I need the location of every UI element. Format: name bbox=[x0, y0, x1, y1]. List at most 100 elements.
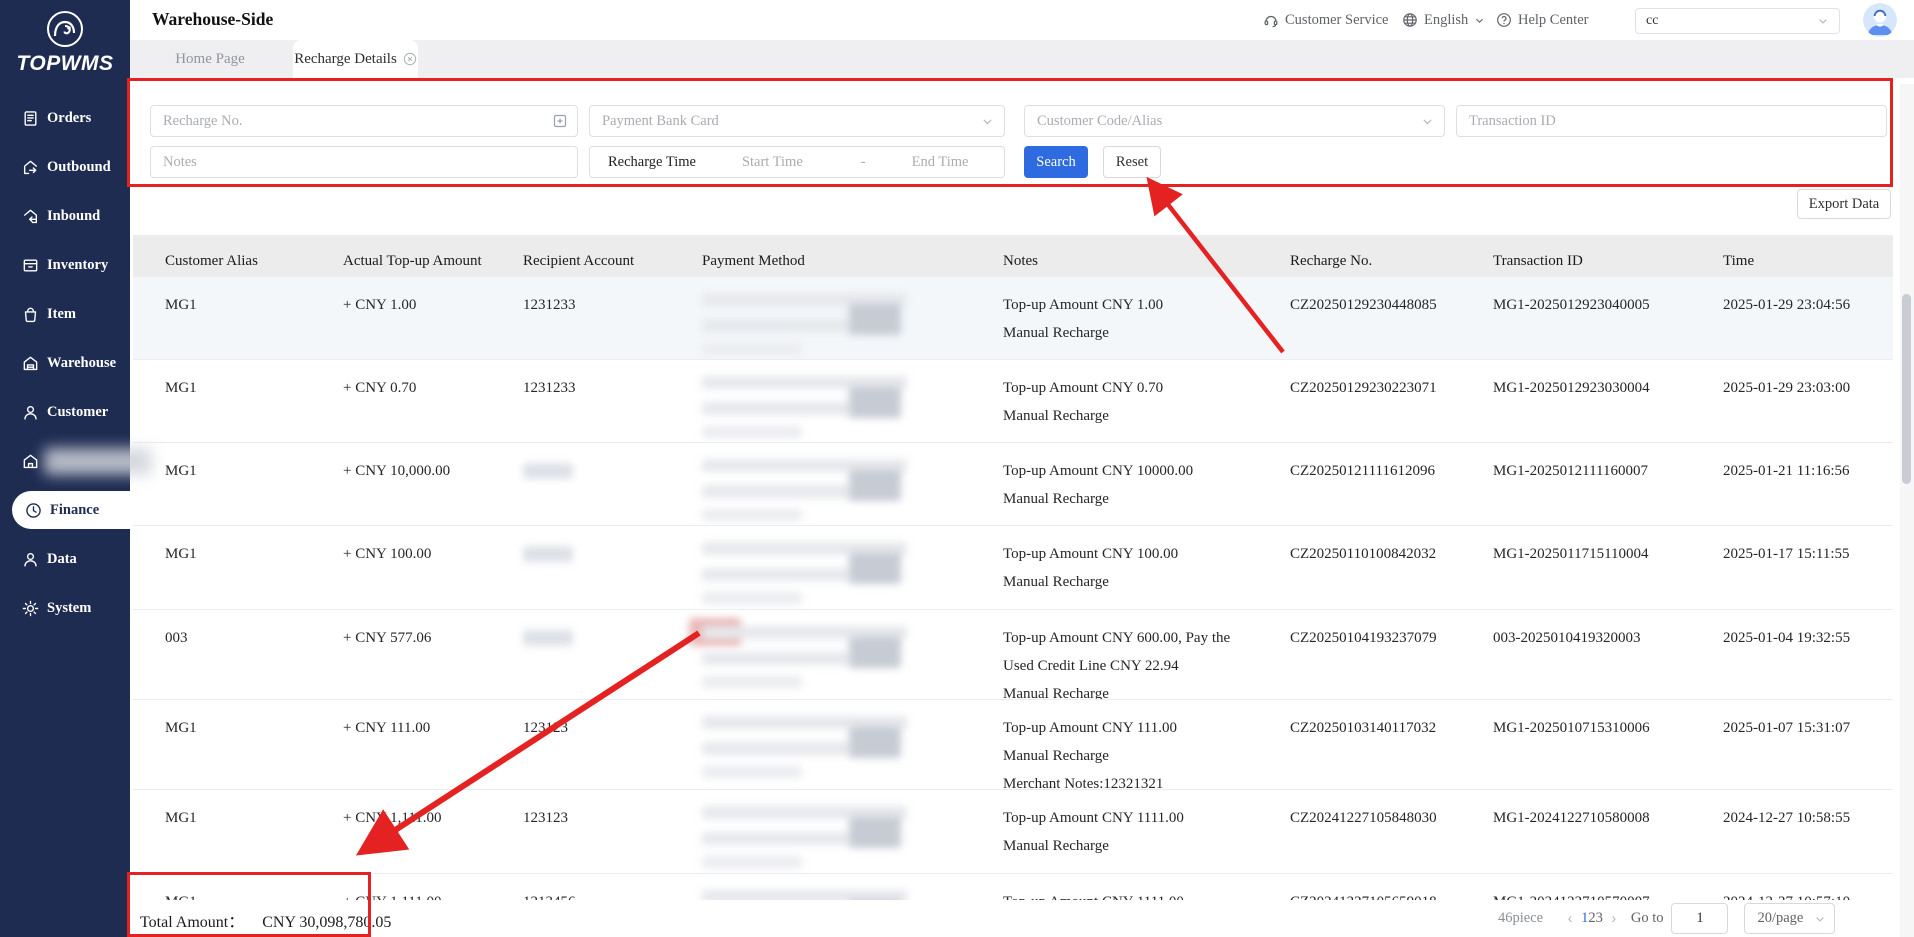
table-row[interactable]: 003 + CNY 577.06 Top-up Amount CNY 600.00,… bbox=[133, 610, 1893, 700]
time-cell: 2025-01-29 23:03:00 bbox=[1723, 380, 1851, 396]
payment-method-cell bbox=[671, 700, 971, 789]
recipient-cell: 1231233 bbox=[523, 380, 576, 396]
customer-alias-cell: MG1 bbox=[165, 720, 197, 736]
reset-button[interactable]: Reset bbox=[1103, 146, 1161, 178]
sidebar-item-warehouse[interactable]: Warehouse bbox=[0, 344, 130, 382]
sidebar-item-finance[interactable]: Finance bbox=[12, 491, 130, 529]
table-row[interactable]: MG1 + CNY 1.00 1231233 Top-up Amount CNY 1.… bbox=[133, 277, 1893, 360]
notes-input[interactable] bbox=[150, 146, 578, 178]
transaction-id-cell: 003-2025010419320003 bbox=[1493, 630, 1641, 646]
customer-service-label: Customer Service bbox=[1285, 11, 1389, 28]
tab-label: Recharge Details bbox=[294, 50, 397, 67]
multi-input-icon[interactable] bbox=[552, 113, 568, 129]
transaction-id-input[interactable] bbox=[1456, 105, 1887, 137]
transaction-id-cell: MG1-2025012923030004 bbox=[1493, 380, 1650, 396]
table-row[interactable]: MG1 + CNY 0.70 1231233 Top-up Amount CNY 0.… bbox=[133, 360, 1893, 443]
table-row[interactable]: MG1 + CNY 10,000.00 Top-up Amount CNY 1000… bbox=[133, 443, 1893, 526]
redacted-payment bbox=[702, 319, 852, 332]
account-select[interactable]: cc bbox=[1635, 8, 1840, 34]
chevron-down-icon bbox=[1423, 118, 1432, 124]
customer-alias-cell: MG1 bbox=[165, 380, 197, 396]
note-line: Manual Recharge bbox=[1003, 838, 1109, 854]
recharge-no-cell: CZ20250110100842032 bbox=[1290, 546, 1437, 562]
sidebar-item-customer[interactable]: Customer bbox=[0, 393, 130, 431]
recharge-table: Customer Alias Actual Top-up Amount Recipi… bbox=[133, 235, 1893, 937]
sidebar-item-redacted[interactable] bbox=[0, 442, 152, 480]
language-menu[interactable]: English bbox=[1402, 0, 1485, 40]
recharge-time-range-picker[interactable]: Recharge Time Start Time - End Time bbox=[589, 146, 1005, 178]
recipient-cell: 123123 bbox=[523, 720, 568, 736]
sidebar-item-data[interactable]: Data bbox=[0, 540, 130, 578]
time-cell: 2025-01-04 19:32:55 bbox=[1723, 630, 1851, 646]
redacted-payment bbox=[702, 426, 802, 438]
customer-code-select[interactable]: Customer Code/Alias bbox=[1024, 105, 1445, 137]
redacted-recipient bbox=[523, 546, 573, 562]
sidebar-item-inbound[interactable]: Inbound bbox=[0, 197, 130, 235]
pagination: 46piece ‹ 123 › Go to 20/page bbox=[1498, 900, 1836, 937]
amount-cell: + CNY 111.00 bbox=[343, 720, 431, 736]
note-line: Manual Recharge bbox=[1003, 325, 1109, 341]
app-logo: TOPWMS bbox=[0, 6, 130, 76]
tab-label: Home Page bbox=[175, 50, 245, 67]
redacted-payment bbox=[849, 386, 901, 418]
select-placeholder: Customer Code/Alias bbox=[1037, 112, 1163, 129]
amount-cell: + CNY 0.70 bbox=[343, 380, 417, 396]
redacted-payment bbox=[849, 552, 901, 584]
tab-home-page[interactable]: Home Page bbox=[150, 40, 270, 78]
finance-icon bbox=[25, 502, 41, 518]
customer-service-button[interactable]: Customer Service bbox=[1263, 0, 1389, 40]
table-row[interactable]: MG1 + CNY 1,111.00 123123 Top-up Amount CNY… bbox=[133, 790, 1893, 874]
sidebar-item-orders[interactable]: Orders bbox=[0, 99, 130, 137]
note-line: Manual Recharge bbox=[1003, 574, 1109, 590]
time-cell: 2025-01-29 23:04:56 bbox=[1723, 297, 1851, 313]
sidebar-item-label: Inbound bbox=[47, 207, 101, 224]
page-number-2[interactable]: 2 bbox=[1588, 910, 1595, 926]
customer-alias-cell: MG1 bbox=[165, 297, 197, 313]
tab-recharge-details[interactable]: Recharge Details bbox=[293, 40, 418, 78]
sidebar-item-inventory[interactable]: Inventory bbox=[0, 246, 130, 284]
page-title: Warehouse-Side bbox=[152, 9, 274, 29]
headset-icon bbox=[1264, 15, 1278, 28]
recharge-no-cell: CZ20250104193237079 bbox=[1290, 630, 1437, 646]
sidebar-item-item[interactable]: Item bbox=[0, 295, 130, 333]
help-center-button[interactable]: Help Center bbox=[1496, 0, 1588, 40]
amount-cell: + CNY 100.00 bbox=[343, 546, 432, 562]
page-size-select[interactable]: 20/page bbox=[1744, 903, 1836, 934]
table-header-row: Customer Alias Actual Top-up Amount Recipi… bbox=[133, 235, 1893, 277]
transaction-id-cell: MG1-2025010715310006 bbox=[1493, 720, 1650, 736]
vertical-scrollbar[interactable] bbox=[1900, 84, 1914, 937]
table-row[interactable]: MG1 + CNY 100.00 Top-up Amount CNY 100.00 M… bbox=[133, 526, 1893, 610]
inventory-icon bbox=[23, 258, 37, 272]
column-header: Transaction ID bbox=[1493, 253, 1583, 269]
sidebar-item-label: Item bbox=[47, 305, 76, 322]
pagination-total: 46piece bbox=[1498, 910, 1544, 926]
top-header: Warehouse-Side Customer Service English … bbox=[130, 0, 1914, 40]
redacted-payment bbox=[702, 676, 802, 688]
export-data-button[interactable]: Export Data bbox=[1797, 189, 1891, 219]
redacted-payment bbox=[702, 343, 802, 355]
recharge-no-cell: CZ20250129230448085 bbox=[1290, 297, 1437, 313]
note-line: Top-up Amount CNY 111.00 bbox=[1003, 720, 1177, 736]
column-header: Payment Method bbox=[702, 253, 805, 269]
recharge-no-input[interactable] bbox=[150, 105, 578, 137]
prev-page-button[interactable]: ‹ bbox=[1559, 911, 1581, 927]
page-number-3[interactable]: 3 bbox=[1596, 910, 1603, 926]
sidebar-item-system[interactable]: System bbox=[0, 589, 130, 627]
search-button[interactable]: Search bbox=[1024, 146, 1088, 178]
payment-bank-card-select[interactable]: Payment Bank Card bbox=[589, 105, 1005, 137]
avatar[interactable] bbox=[1863, 3, 1897, 37]
note-line: Manual Recharge bbox=[1003, 408, 1109, 424]
sidebar-item-outbound[interactable]: Outbound bbox=[0, 148, 130, 186]
redacted-payment bbox=[849, 636, 901, 668]
total-amount: Total Amount： CNY 30,098,780.05 bbox=[140, 908, 391, 932]
sidebar-item-label: Customer bbox=[47, 403, 109, 420]
note-line: Manual Recharge bbox=[1003, 686, 1109, 699]
next-page-button[interactable]: › bbox=[1603, 911, 1625, 927]
redacted-payment bbox=[702, 592, 802, 604]
scrollbar-thumb[interactable] bbox=[1902, 294, 1911, 484]
goto-page-input[interactable] bbox=[1671, 903, 1729, 934]
total-amount-label: Total Amount： bbox=[140, 914, 245, 931]
table-row[interactable]: MG1 + CNY 111.00 123123 Top-up Amount CNY 1… bbox=[133, 700, 1893, 790]
close-tab-icon[interactable] bbox=[403, 52, 417, 66]
time-cell: 2025-01-07 15:31:07 bbox=[1723, 720, 1851, 736]
